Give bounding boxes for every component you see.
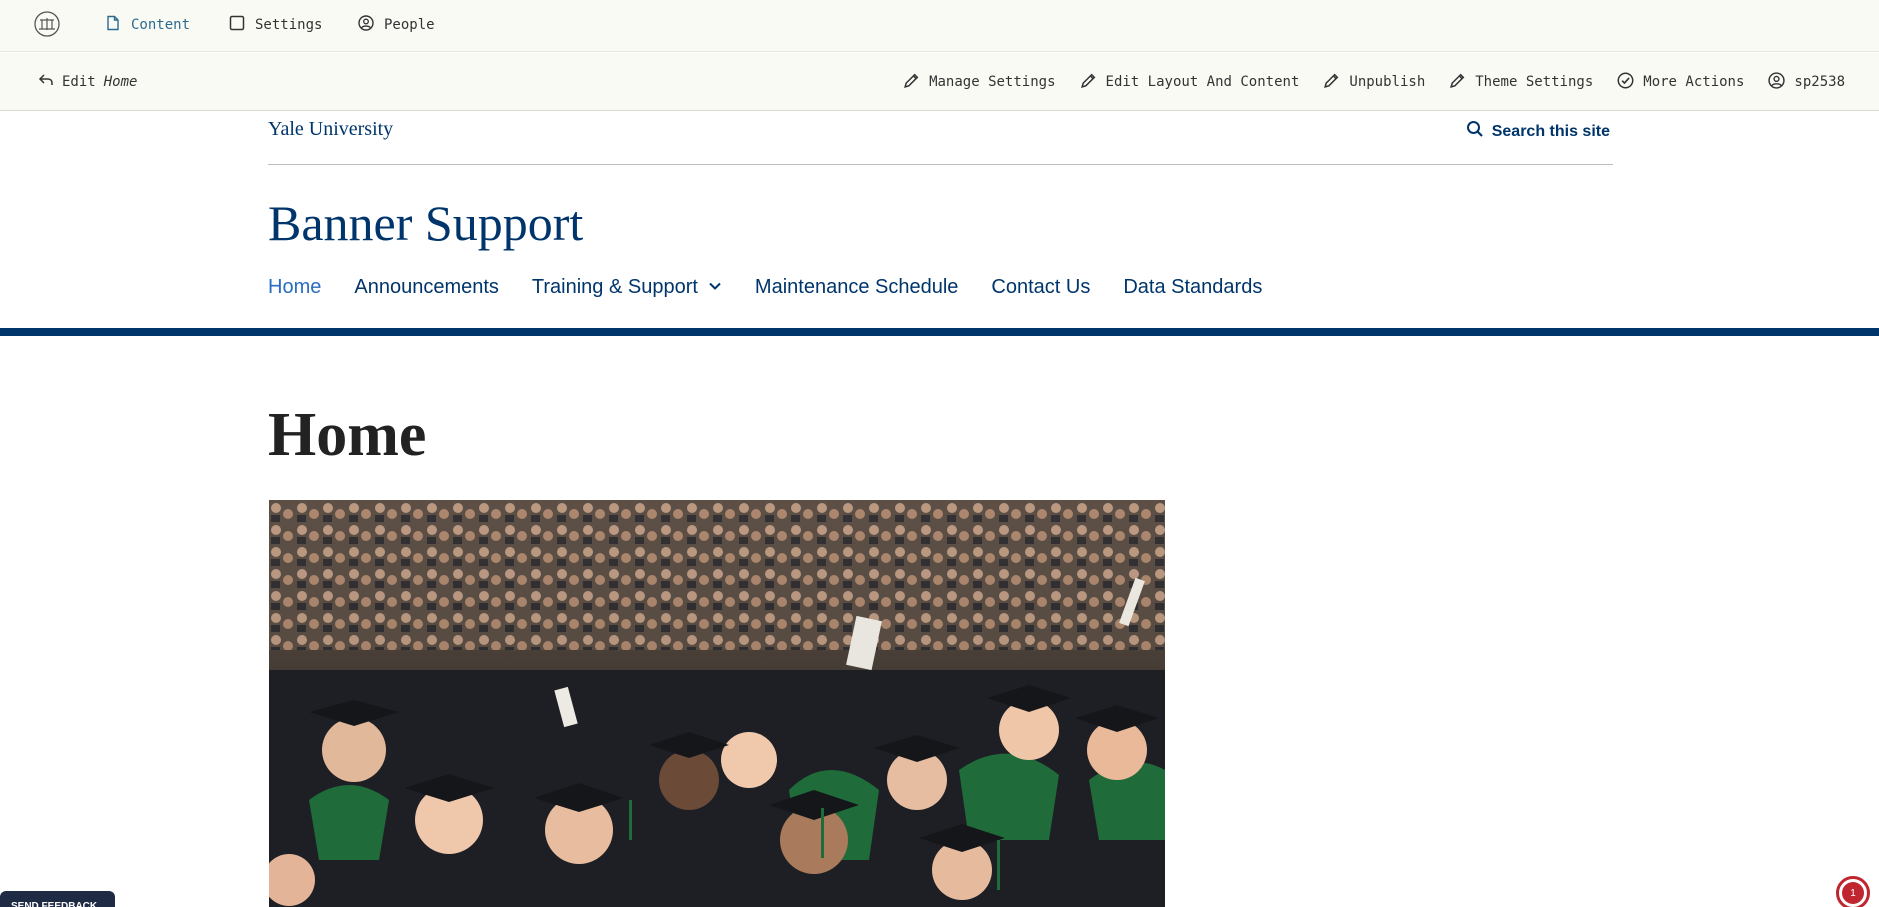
page-actions: Manage Settings Edit Layout And Content … [903,53,1845,111]
theme-settings-button[interactable]: Theme Settings [1449,72,1593,93]
back-to-edit-link[interactable]: Edit Home [38,72,137,92]
admin-page-actions-bar: Edit Home Manage Settings Edit Layout An… [0,53,1879,111]
admin-tab-label: People [384,17,435,33]
manage-settings-button[interactable]: Manage Settings [903,72,1056,93]
back-edit-prefix: Edit [62,74,96,90]
admin-tab-label: Content [131,17,191,33]
pencil-icon [1080,72,1097,93]
action-label: Theme Settings [1475,74,1594,90]
pencil-icon [1323,72,1340,93]
edit-layout-button[interactable]: Edit Layout And Content [1080,72,1300,93]
yale-university-link[interactable]: Yale University [268,118,393,141]
admin-toolbar: Content Settings People [0,0,1879,52]
header-divider [268,164,1613,165]
pencil-icon [903,72,920,93]
nav-item-contact-us[interactable]: Contact Us [991,276,1090,299]
user-circle-icon [1768,71,1786,93]
action-label: More Actions [1643,74,1745,90]
page-title: Home [268,401,427,469]
action-label: sp2538 [1794,74,1845,90]
admin-tab-people[interactable]: People [358,0,435,50]
nav-item-maintenance-schedule[interactable]: Maintenance Schedule [755,276,958,299]
more-actions-button[interactable]: More Actions [1617,72,1744,93]
user-account-button[interactable]: sp2538 [1768,71,1845,93]
admin-tab-label: Settings [255,17,323,33]
header-blue-band [0,328,1879,336]
send-feedback-button[interactable]: SEND FEEDBACK [0,891,115,907]
square-icon [229,15,245,35]
search-icon [1466,120,1484,143]
unpublish-button[interactable]: Unpublish [1323,72,1425,93]
chevron-down-icon [708,276,722,299]
document-icon [105,15,121,35]
check-circle-icon [1617,72,1634,93]
nav-item-home[interactable]: Home [268,276,321,299]
pencil-icon [1449,72,1466,93]
back-arrow-icon [38,72,54,92]
site-title[interactable]: Banner Support [268,194,583,252]
back-edit-page-name: Home [103,74,138,90]
main-navigation: Home Announcements Training & Support Ma… [268,276,1295,299]
nav-item-announcements[interactable]: Announcements [354,276,499,299]
search-site-label: Search this site [1491,122,1610,140]
notification-badge[interactable]: 1 [1836,876,1870,907]
action-label: Unpublish [1349,74,1426,90]
admin-tab-settings[interactable]: Settings [229,0,322,50]
nav-item-data-standards[interactable]: Data Standards [1123,276,1262,299]
graduation-crowd-image [269,500,1165,907]
notification-count: 1 [1842,882,1864,904]
search-site-button[interactable]: Search this site [1466,120,1610,143]
nav-item-training-support[interactable]: Training & Support [532,276,722,299]
user-circle-icon [358,15,374,35]
action-label: Manage Settings [929,74,1056,90]
yalesites-logo-icon[interactable] [32,9,62,39]
action-label: Edit Layout And Content [1105,74,1300,90]
nav-item-label: Training & Support [531,276,698,298]
admin-tab-content[interactable]: Content [105,0,190,50]
